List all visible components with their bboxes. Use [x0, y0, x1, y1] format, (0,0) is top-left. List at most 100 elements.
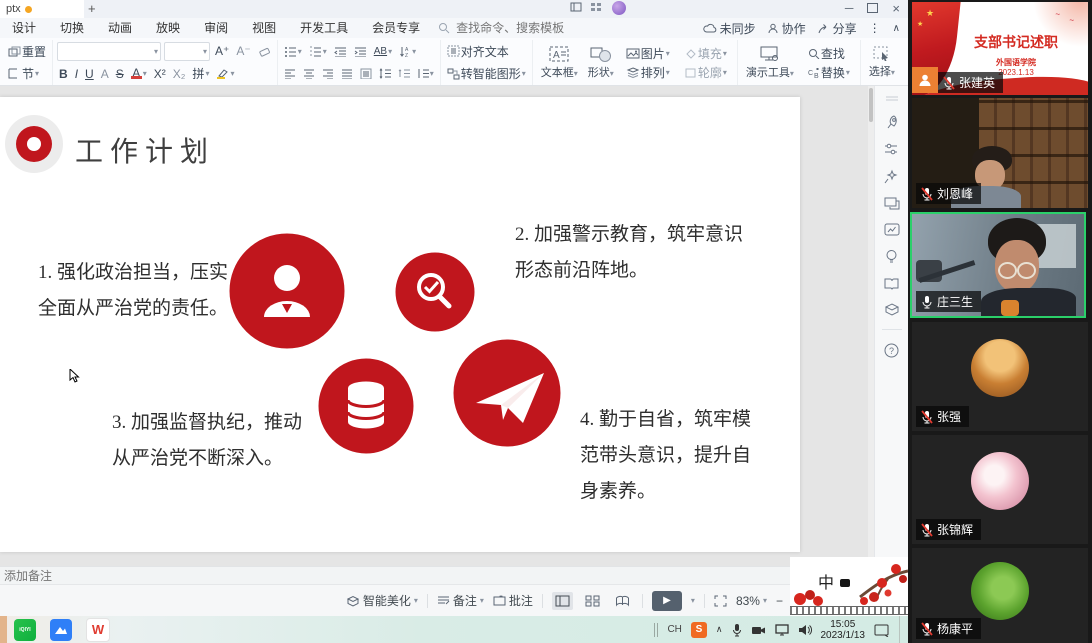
font-size-select[interactable]: ▾: [164, 42, 210, 61]
tab-member[interactable]: 会员专享: [360, 18, 432, 38]
participant-tile-yang[interactable]: 杨康平: [912, 548, 1088, 643]
decrease-font-button[interactable]: A⁻: [234, 43, 252, 59]
smart-graphic-button[interactable]: 转智能图形 ▾: [445, 64, 528, 83]
collapse-ribbon-button[interactable]: ∧: [893, 23, 900, 34]
para-spacing-button[interactable]: [396, 67, 412, 80]
slideshow-play-button[interactable]: ▶: [652, 591, 682, 611]
font-name-select[interactable]: ▾: [57, 42, 161, 61]
char-spacing-button[interactable]: A: [99, 66, 111, 82]
zoom-out-button[interactable]: −: [776, 594, 783, 608]
line-spacing-button[interactable]: [377, 67, 393, 80]
participant-tile-zhuang-speaking[interactable]: 庄三生: [910, 212, 1086, 318]
participant-tile-zhangqiang[interactable]: 张强: [912, 322, 1088, 431]
account-avatar[interactable]: [612, 1, 626, 15]
bullet-list-button[interactable]: ▾: [282, 45, 304, 58]
layout-toggle-icon[interactable]: [570, 2, 582, 13]
minimize-button[interactable]: ─: [845, 1, 854, 15]
text-box-button[interactable]: A 文本框▾: [537, 45, 582, 81]
line-options-button[interactable]: ▾: [415, 67, 436, 80]
speaker-tray-icon[interactable]: [798, 624, 812, 636]
replace-button[interactable]: CB 替换▾: [806, 63, 852, 82]
more-menu-button[interactable]: ⋮: [869, 21, 881, 35]
resource-box-icon[interactable]: [885, 303, 899, 316]
reset-button[interactable]: 重置: [6, 42, 48, 61]
subscript-button[interactable]: X₂: [171, 66, 188, 82]
underline-button[interactable]: U: [83, 66, 96, 82]
reading-view-button[interactable]: [612, 592, 633, 610]
tab-transition[interactable]: 切换: [48, 18, 96, 38]
slide-point-2[interactable]: 2. 加强警示教育，筑牢意识形态前沿阵地。: [515, 217, 753, 289]
tab-animation[interactable]: 动画: [96, 18, 144, 38]
new-tab-button[interactable]: +: [88, 1, 96, 16]
select-button[interactable]: 选择▾: [865, 45, 899, 80]
shared-screen-tile[interactable]: ★ ★ ~ ~ 支部书记述职 外国语学院 2023.1.13 张建英: [912, 2, 1088, 95]
italic-button[interactable]: I: [73, 66, 80, 82]
slide-point-4[interactable]: 4. 勤于自省，筑牢模范带头意识，提升自身素养。: [580, 402, 760, 510]
camera-tray-icon[interactable]: [751, 625, 766, 635]
tab-slideshow[interactable]: 放映: [144, 18, 192, 38]
maximize-button[interactable]: [867, 3, 878, 13]
align-left-button[interactable]: [282, 67, 298, 80]
highlight-button[interactable]: ▾: [214, 67, 236, 80]
slide[interactable]: 工作计划: [0, 97, 800, 552]
share-button[interactable]: 分享: [818, 20, 857, 37]
rocket-icon[interactable]: [884, 115, 899, 130]
lightbulb-icon[interactable]: [885, 249, 898, 264]
reference-book-icon[interactable]: [884, 277, 899, 290]
decrease-indent-button[interactable]: [332, 45, 349, 58]
help-icon[interactable]: ?: [884, 343, 899, 358]
tab-design[interactable]: 设计: [0, 18, 48, 38]
participant-tile-zhangjinhui[interactable]: 张锦辉: [912, 435, 1088, 544]
clear-format-button[interactable]: [256, 45, 273, 58]
numbered-list-button[interactable]: ▾: [307, 45, 329, 58]
s-app-tray-icon[interactable]: S: [691, 622, 707, 638]
find-button[interactable]: 查找: [806, 44, 852, 63]
normal-view-button[interactable]: [552, 592, 573, 610]
bold-button[interactable]: B: [57, 66, 70, 82]
slide-point-1[interactable]: 1. 强化政治担当，压实全面从严治党的责任。: [38, 255, 230, 327]
notes-toggle-button[interactable]: 备注 ▾: [437, 592, 484, 609]
tab-devtools[interactable]: 开发工具: [288, 18, 360, 38]
comments-button[interactable]: 批注: [493, 592, 533, 609]
tab-view[interactable]: 视图: [240, 18, 288, 38]
settings-sliders-icon[interactable]: [884, 143, 899, 156]
wps-app-icon[interactable]: W: [86, 618, 110, 642]
command-search-input[interactable]: [454, 20, 578, 36]
grid-toggle-icon[interactable]: [590, 2, 602, 13]
iqiyi-app-icon[interactable]: iQIYI: [14, 619, 36, 641]
justify-button[interactable]: [339, 67, 355, 80]
play-options-caret[interactable]: ▾: [691, 596, 695, 605]
meeting-app-icon[interactable]: [50, 619, 72, 641]
scrollbar-thumb[interactable]: [869, 88, 873, 122]
tab-review[interactable]: 审阅: [192, 18, 240, 38]
font-color-button[interactable]: A▾: [129, 67, 149, 80]
present-tools-button[interactable]: 演示工具▾: [742, 45, 798, 81]
document-tab[interactable]: ptx: [0, 0, 84, 18]
slide-point-3[interactable]: 3. 加强监督执纪，推动从严治党不断深入。: [112, 405, 304, 477]
align-right-button[interactable]: [320, 67, 336, 80]
panel-handle-icon[interactable]: [885, 96, 899, 102]
superscript-button[interactable]: X²: [152, 66, 168, 82]
outline-button[interactable]: 轮廓▾: [682, 63, 729, 82]
tray-expand-icon[interactable]: ∧: [716, 624, 723, 635]
sorter-view-button[interactable]: [582, 592, 603, 610]
increase-font-button[interactable]: A⁺: [213, 43, 231, 59]
slide-title[interactable]: 工作计划: [75, 130, 215, 170]
command-search[interactable]: [438, 20, 578, 36]
show-desktop-button[interactable]: [899, 616, 904, 643]
microphone-tray-icon[interactable]: [732, 623, 742, 637]
display-tray-icon[interactable]: [775, 624, 789, 636]
participant-tile-liu[interactable]: 刘恩峰: [912, 98, 1088, 208]
text-direction-button[interactable]: AB▾: [372, 45, 394, 58]
sync-status[interactable]: 未同步: [703, 20, 756, 37]
magic-wand-icon[interactable]: [884, 169, 899, 184]
fill-button[interactable]: 填充▾: [682, 44, 729, 63]
shapes-button[interactable]: 形状▾: [584, 45, 618, 81]
strikethrough-button[interactable]: S: [114, 66, 126, 82]
arrange-button[interactable]: 排列▾: [624, 63, 672, 82]
distribute-button[interactable]: [358, 67, 374, 80]
zoom-level[interactable]: 83% ▾: [736, 594, 767, 608]
picture-button[interactable]: 图片▾: [624, 44, 672, 63]
align-text-button[interactable]: 对齐文本: [445, 42, 528, 61]
image-chart-icon[interactable]: [884, 223, 900, 236]
